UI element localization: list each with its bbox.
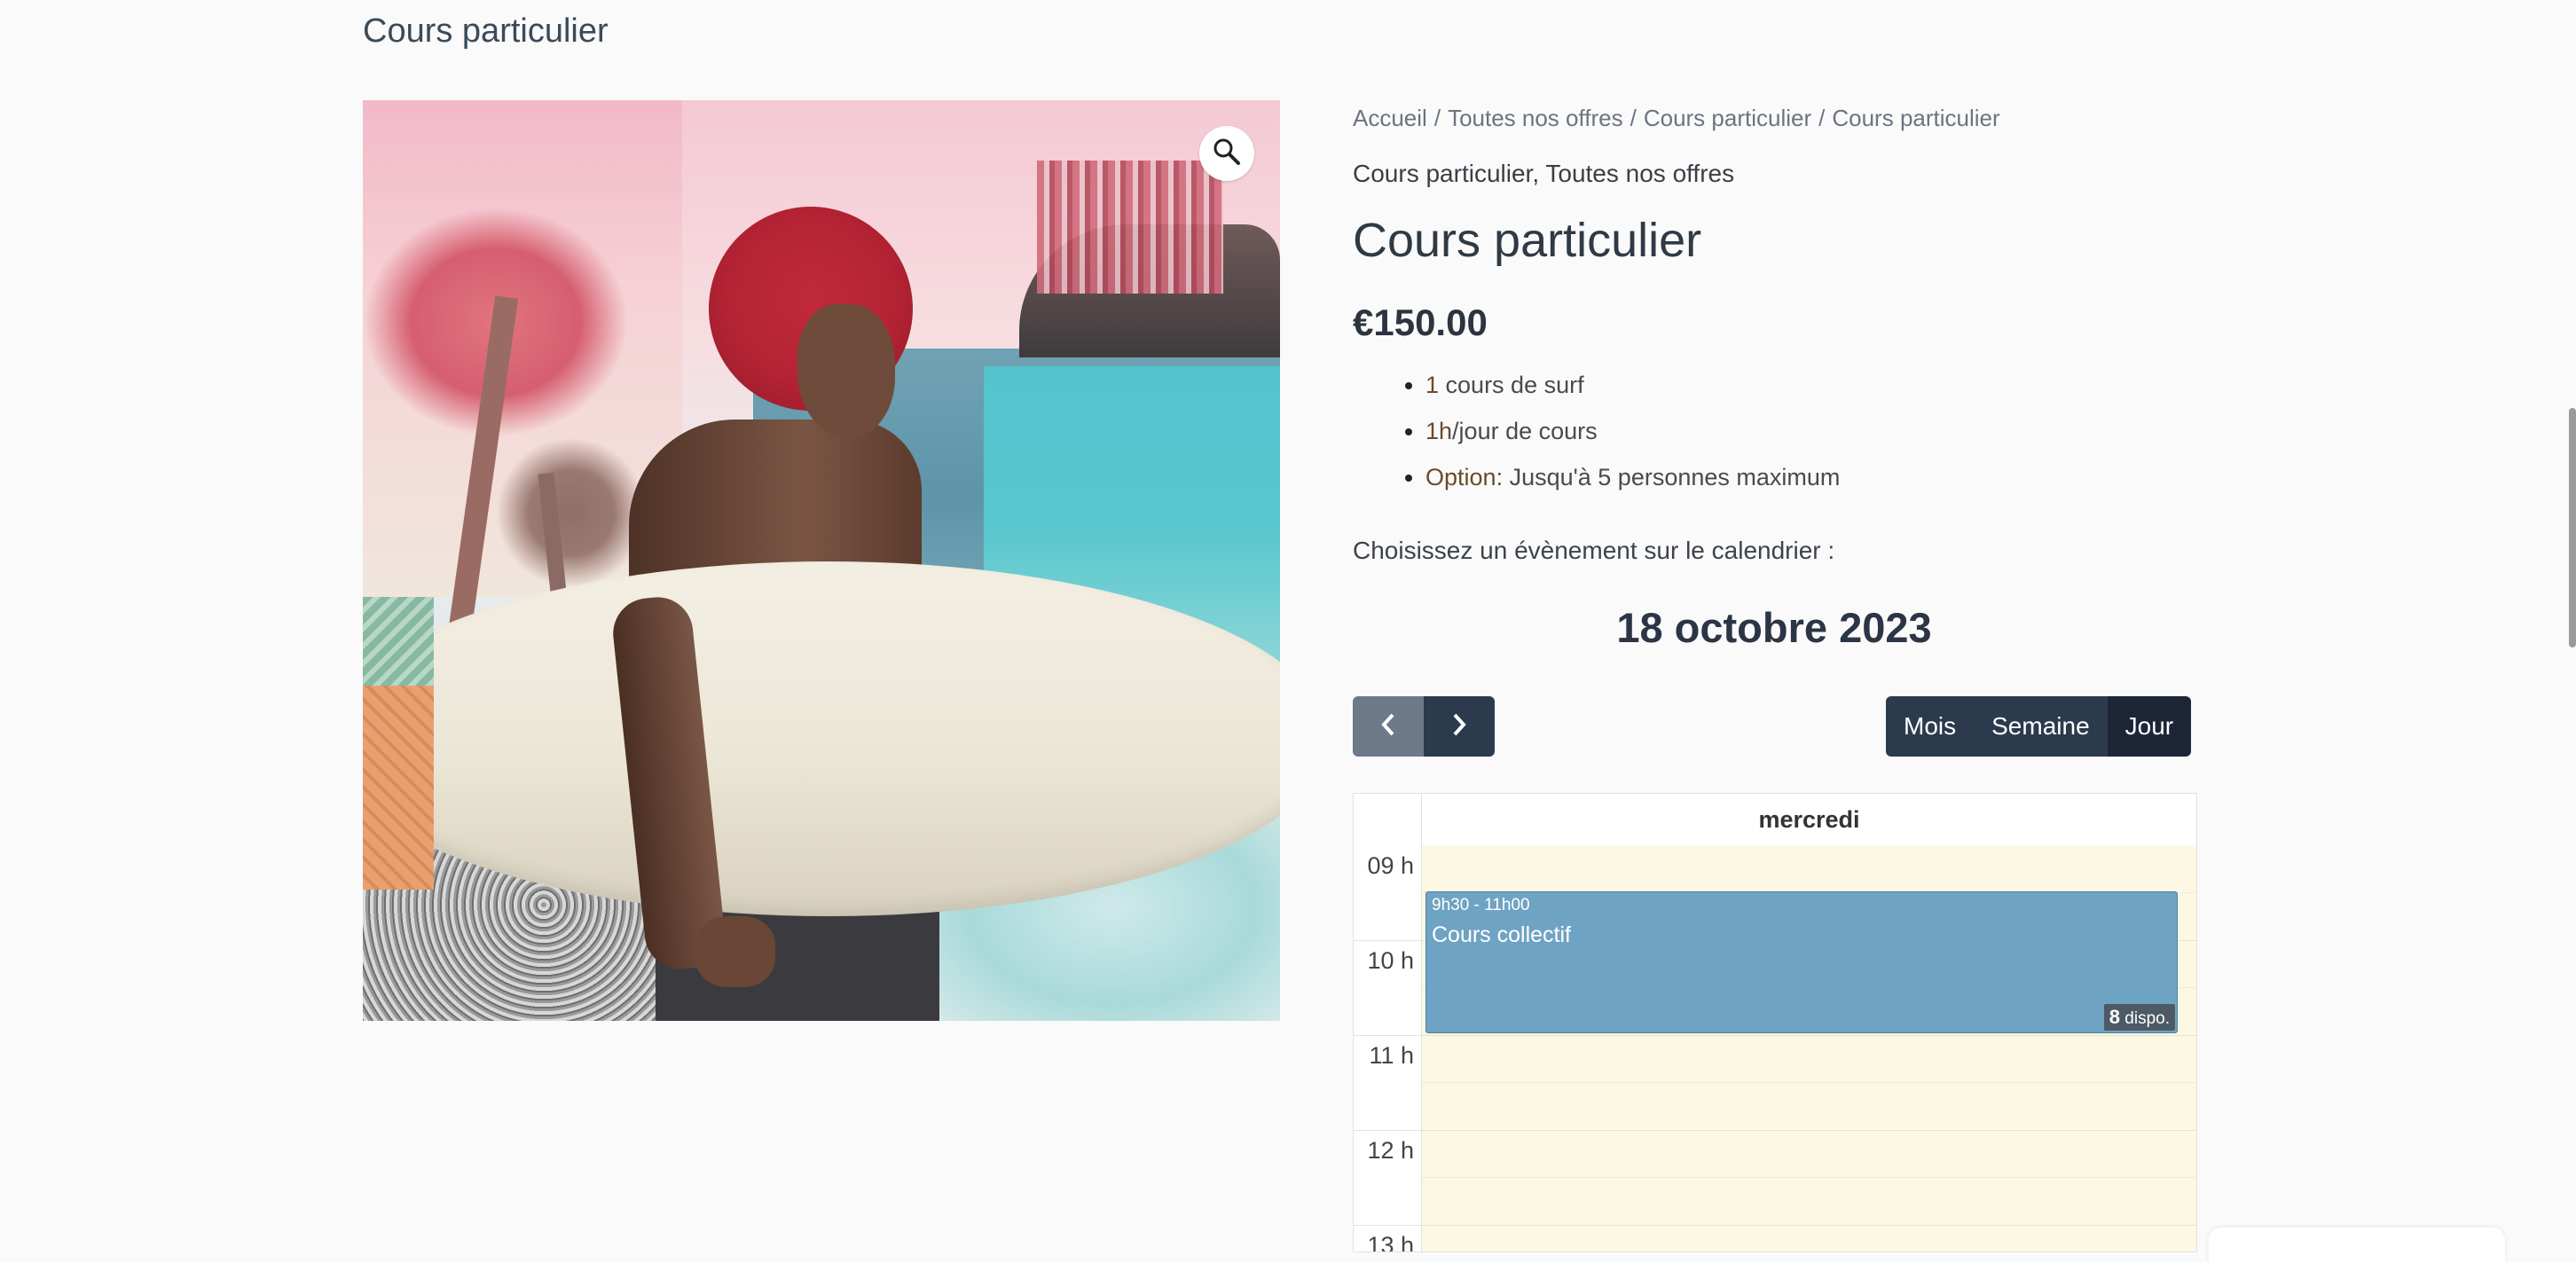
calendar-prev-button[interactable] xyxy=(1353,696,1424,757)
product-image[interactable] xyxy=(363,100,1280,1021)
image-surfer-face xyxy=(797,304,895,437)
category-link-cours-particulier[interactable]: Cours particulier xyxy=(1353,160,1532,187)
chevron-right-icon xyxy=(1449,711,1470,742)
day-column-header: mercredi xyxy=(1421,794,2196,846)
feature-item: 1h/jour de cours xyxy=(1425,417,1840,445)
breadcrumb-current: Cours particulier xyxy=(1832,105,2000,131)
availability-badge: 8 dispo. xyxy=(2103,1004,2175,1031)
hour-label: 11 h xyxy=(1369,1042,1414,1069)
image-palm-leaves-small xyxy=(496,437,647,588)
hour-label: 09 h xyxy=(1367,852,1414,879)
breadcrumb-category[interactable]: Cours particulier xyxy=(1644,105,1811,131)
breadcrumb-home[interactable]: Accueil xyxy=(1353,105,1427,131)
chat-widget-tab[interactable] xyxy=(2209,1228,2505,1263)
image-patch-green xyxy=(363,597,434,694)
page-title: Cours particulier xyxy=(363,12,609,50)
event-title: Cours collectif xyxy=(1432,922,1571,947)
image-patch-orange xyxy=(363,686,434,890)
feature-item: 1 cours de surf xyxy=(1425,371,1840,399)
magnifier-icon xyxy=(1212,137,1242,171)
time-axis: 09 h 10 h 11 h 12 h 13 h xyxy=(1354,845,1421,1251)
image-surfboard xyxy=(363,561,1280,916)
calendar-next-button[interactable] xyxy=(1424,696,1495,757)
image-surfer-hand xyxy=(695,916,775,987)
breadcrumb: Accueil / Toutes nos offres / Cours particul… xyxy=(1353,105,2000,131)
calendar-view-switcher: Mois Semaine Jour xyxy=(1886,696,2192,757)
calendar-date-title: 18 octobre 2023 xyxy=(1616,604,1932,651)
view-day-button[interactable]: Jour xyxy=(2107,696,2192,757)
product-price: €150.00 xyxy=(1353,302,1488,343)
feature-list: 1 cours de surf 1h/jour de cours Option:… xyxy=(1353,371,1840,509)
view-month-button[interactable]: Mois xyxy=(1886,696,1975,757)
hour-label: 13 h xyxy=(1367,1232,1414,1252)
hour-label: 12 h xyxy=(1367,1137,1414,1164)
category-link-toutes-offres[interactable]: Toutes nos offres xyxy=(1545,160,1734,187)
product-title: Cours particulier xyxy=(1353,214,1702,267)
calendar-nav xyxy=(1353,696,1495,757)
choose-event-label: Choisissez un évènement sur le calendrie… xyxy=(1353,537,1835,564)
day-calendar: mercredi 09 h 10 h 11 h 12 h 13 h 9h30 -… xyxy=(1353,793,2197,1252)
hour-label: 10 h xyxy=(1367,947,1414,974)
product-categories: Cours particulier, Toutes nos offres xyxy=(1353,160,1735,187)
image-glitch-patch xyxy=(1037,161,1223,294)
event-time: 9h30 - 11h00 xyxy=(1432,896,1530,914)
breadcrumb-all-offers[interactable]: Toutes nos offres xyxy=(1448,105,1623,131)
day-column[interactable]: 9h30 - 11h00 Cours collectif 8 dispo. xyxy=(1421,845,2196,1251)
chevron-left-icon xyxy=(1378,711,1399,742)
zoom-button[interactable] xyxy=(1199,126,1254,181)
feature-item: Option: Jusqu'à 5 personnes maximum xyxy=(1425,463,1840,491)
view-week-button[interactable]: Semaine xyxy=(1974,696,2108,757)
page-scrollbar[interactable] xyxy=(2569,408,2576,647)
calendar-event[interactable]: 9h30 - 11h00 Cours collectif 8 dispo. xyxy=(1425,891,2178,1033)
